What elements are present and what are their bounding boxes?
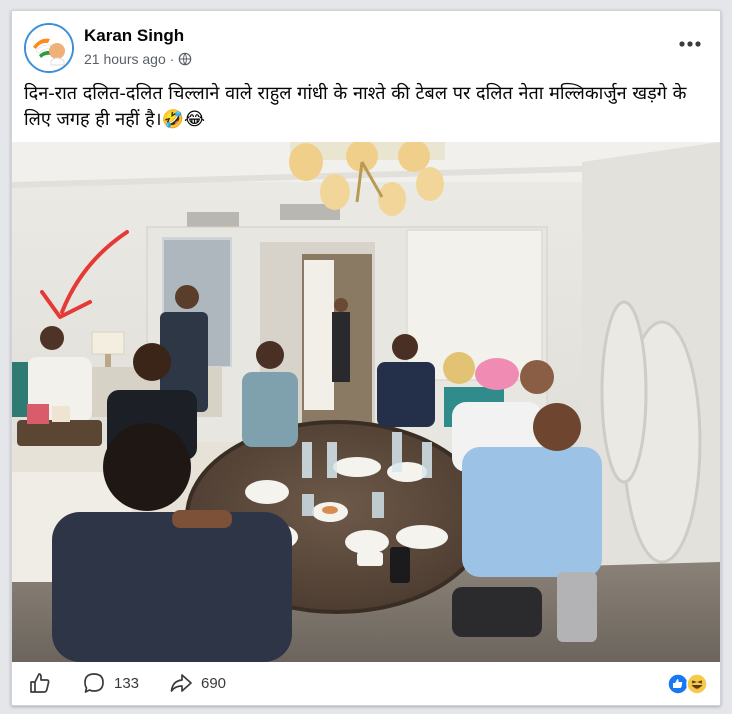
comment-count: 133 bbox=[114, 674, 140, 692]
post-footer: 133 690 bbox=[12, 663, 720, 705]
meta-separator: · bbox=[169, 51, 175, 67]
breakfast-meeting-photo bbox=[12, 142, 720, 662]
haha-reaction-icon bbox=[686, 673, 708, 695]
like-button[interactable] bbox=[28, 671, 52, 695]
comment-button[interactable]: 133 bbox=[82, 671, 139, 695]
author-name[interactable]: Karan Singh bbox=[84, 26, 184, 46]
post-meta: 21 hours ago · bbox=[84, 51, 192, 67]
share-button[interactable]: 690 bbox=[169, 671, 226, 695]
thumbs-up-icon bbox=[30, 673, 50, 693]
post-photo[interactable] bbox=[12, 142, 720, 662]
post-timestamp[interactable]: 21 hours ago bbox=[84, 51, 166, 67]
globe-icon bbox=[179, 52, 192, 66]
reactions-summary[interactable] bbox=[667, 673, 708, 695]
post-header: Karan Singh 21 hours ago · bbox=[24, 23, 708, 79]
more-horizontal-icon bbox=[679, 41, 701, 47]
facebook-post-card: Karan Singh 21 hours ago · दिन-रात दलित-… bbox=[11, 10, 721, 706]
share-count: 690 bbox=[201, 674, 227, 692]
more-options-button[interactable] bbox=[678, 31, 702, 51]
comment-bubble-icon bbox=[84, 673, 104, 693]
avatar-logo-icon bbox=[26, 25, 72, 71]
post-text: दिन-रात दलित-दलित चिल्लाने वाले राहुल गा… bbox=[24, 83, 687, 130]
share-arrow-icon bbox=[170, 674, 192, 692]
author-avatar[interactable] bbox=[24, 23, 74, 73]
